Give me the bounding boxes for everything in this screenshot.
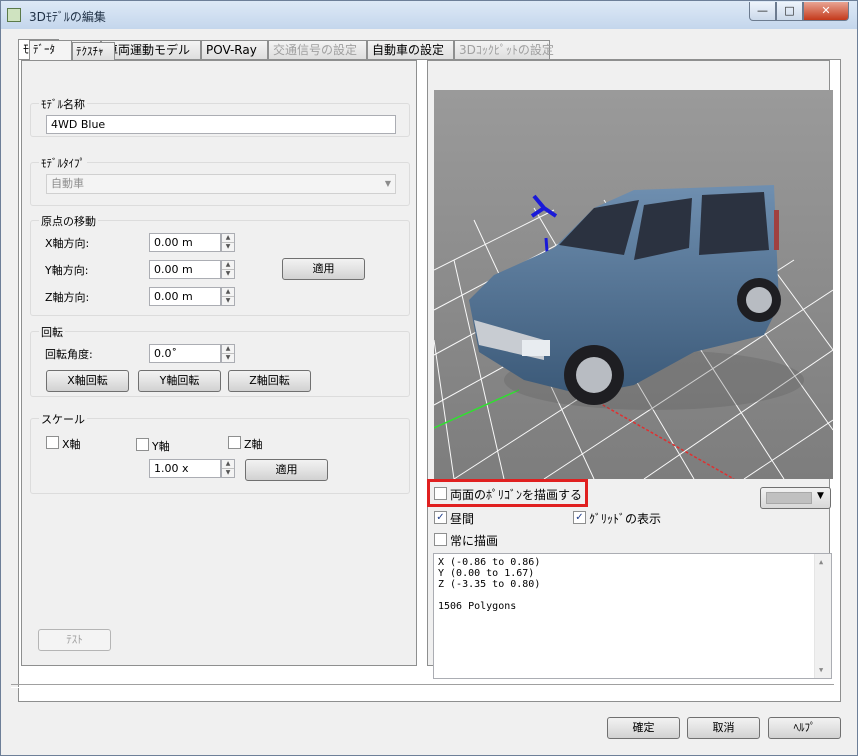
3d-preview-viewport[interactable]	[434, 90, 833, 479]
rotation-group: 回転 回転角度: 0.0˚ ▲ ▼ X軸回転 Y軸回転 Z軸回転	[30, 324, 410, 397]
tab-povray[interactable]: POV-Ray	[201, 40, 268, 59]
always-draw-label: 常に描画	[450, 534, 499, 548]
rotate-y-button[interactable]: Y軸回転	[138, 370, 221, 392]
app-icon	[7, 8, 21, 22]
minimize-button[interactable]: —	[749, 2, 776, 21]
model-type-group: ﾓﾃﾞﾙﾀｲﾌﾟ 自動車 ▼	[30, 155, 410, 206]
scale-value-input[interactable]: 1.00 x	[149, 459, 221, 478]
help-button[interactable]: ﾍﾙﾌﾟ	[768, 717, 841, 739]
rotation-angle-input[interactable]: 0.0˚	[149, 344, 221, 363]
arrow-down-icon[interactable]: ▼	[222, 297, 234, 305]
arrow-up-icon[interactable]: ▲	[222, 460, 234, 469]
model-info-textarea[interactable]: X (-0.86 to 0.86) Y (0.00 to 1.67) Z (-3…	[433, 553, 832, 679]
double-sided-label: 両面のﾎﾟﾘｺﾞﾝを描画する	[450, 488, 583, 502]
origin-legend: 原点の移動	[39, 213, 98, 229]
scale-y-label: Y軸	[152, 440, 170, 453]
rotation-angle-label: 回転角度:	[45, 348, 93, 361]
rotation-angle-spinner[interactable]: ▲ ▼	[221, 344, 235, 363]
scale-y-checkbox[interactable]	[136, 438, 149, 451]
arrow-down-icon[interactable]: ▼	[222, 270, 234, 278]
maximize-button[interactable]: □	[776, 2, 803, 21]
rotation-legend: 回転	[39, 324, 65, 340]
grid-checkbox[interactable]: ✓	[573, 511, 586, 524]
scale-x-checkbox[interactable]	[46, 436, 59, 449]
model-name-legend: ﾓﾃﾞﾙ名称	[39, 96, 87, 112]
maximize-icon: □	[784, 4, 795, 17]
background-color-button[interactable]: ▼	[760, 487, 831, 509]
origin-x-input[interactable]: 0.00 m	[149, 233, 221, 252]
model-type-select: 自動車 ▼	[46, 174, 396, 194]
origin-y-spinner[interactable]: ▲ ▼	[221, 260, 235, 279]
arrow-up-icon[interactable]: ▲	[222, 345, 234, 354]
data-panel: ﾓﾃﾞﾙ名称 4WD Blue ﾓﾃﾞﾙﾀｲﾌﾟ 自動車 ▼ 原点の移動 X軸方…	[21, 60, 417, 666]
subtab-data[interactable]: ﾃﾞｰﾀ	[29, 40, 72, 60]
always-draw-checkbox[interactable]	[434, 533, 447, 546]
x-axis-label: X軸方向:	[45, 237, 90, 250]
rotate-x-button[interactable]: X軸回転	[46, 370, 129, 392]
daytime-checkbox[interactable]: ✓	[434, 511, 447, 524]
arrow-up-icon[interactable]: ▲	[222, 288, 234, 297]
tab-vehicle-dynamics[interactable]: 車両運動モデル	[101, 40, 201, 59]
origin-z-spinner[interactable]: ▲ ▼	[221, 287, 235, 306]
scale-value-spinner[interactable]: ▲ ▼	[221, 459, 235, 478]
y-axis-label: Y軸方向:	[45, 264, 89, 277]
arrow-down-icon[interactable]: ▼	[222, 243, 234, 251]
model-type-value: 自動車	[51, 177, 84, 190]
model-name-input[interactable]: 4WD Blue	[46, 115, 396, 134]
close-icon: ✕	[821, 4, 831, 17]
scale-z-label: Z軸	[244, 438, 263, 451]
tab-traffic-signal: 交通信号の設定	[268, 40, 367, 59]
footer-separator	[11, 684, 834, 688]
arrow-up-icon[interactable]: ▲	[222, 234, 234, 243]
origin-x-spinner[interactable]: ▲ ▼	[221, 233, 235, 252]
chevron-down-icon: ▼	[817, 491, 824, 501]
model-type-legend: ﾓﾃﾞﾙﾀｲﾌﾟ	[39, 155, 87, 171]
origin-y-input[interactable]: 0.00 m	[149, 260, 221, 279]
rotate-z-button[interactable]: Z軸回転	[228, 370, 311, 392]
close-button[interactable]: ✕	[803, 2, 849, 21]
tab-car-settings[interactable]: 自動車の設定	[367, 40, 454, 59]
tab-3d-cockpit: 3Dｺｯｸﾋﾟｯﾄの設定	[454, 40, 554, 59]
origin-apply-button[interactable]: 適用	[282, 258, 365, 280]
scrollbar[interactable]: ▲ ▼	[814, 554, 831, 678]
3d-scene	[434, 90, 833, 479]
daytime-label: 昼間	[450, 512, 475, 526]
minimize-icon: —	[757, 4, 768, 17]
subtab-texture[interactable]: ﾃｸｽﾁｬ	[72, 42, 115, 60]
title-bar[interactable]: 3Dﾓﾃﾞﾙの編集 — □ ✕	[1, 1, 857, 29]
window-title: 3Dﾓﾃﾞﾙの編集	[29, 10, 106, 24]
model-name-group: ﾓﾃﾞﾙ名称 4WD Blue	[30, 96, 410, 137]
grid-label: ｸﾞﾘｯﾄﾞの表示	[589, 512, 662, 526]
arrow-up-icon[interactable]: ▲	[222, 261, 234, 270]
color-swatch	[766, 492, 812, 504]
ok-button[interactable]: 確定	[607, 717, 680, 739]
z-axis-label: Z軸方向:	[45, 291, 90, 304]
double-sided-checkbox[interactable]	[434, 487, 447, 500]
scale-apply-button[interactable]: 適用	[245, 459, 328, 481]
scroll-up-icon[interactable]: ▲	[819, 558, 823, 566]
scale-legend: スケール	[39, 411, 87, 427]
model-info-text: X (-0.86 to 0.86) Y (0.00 to 1.67) Z (-3…	[438, 557, 541, 612]
scroll-down-icon[interactable]: ▼	[819, 666, 823, 674]
arrow-down-icon[interactable]: ▼	[222, 469, 234, 477]
scale-group: スケール X軸 Y軸 Z軸 1.00 x ▲ ▼ 適用	[30, 411, 410, 494]
arrow-down-icon[interactable]: ▼	[222, 354, 234, 362]
origin-z-input[interactable]: 0.00 m	[149, 287, 221, 306]
dialog-window: 3Dﾓﾃﾞﾙの編集 — □ ✕ ﾓﾃﾞﾙ 動作 車両運動モデル POV-Ray …	[0, 0, 858, 756]
origin-group: 原点の移動 X軸方向: 0.00 m ▲ ▼ Y軸方向: 0.00 m ▲ ▼ Z軸…	[30, 213, 410, 316]
scale-z-checkbox[interactable]	[228, 436, 241, 449]
test-button: ﾃｽﾄ	[38, 629, 111, 651]
scale-x-label: X軸	[62, 438, 81, 451]
chevron-down-icon: ▼	[384, 179, 391, 188]
cancel-button[interactable]: 取消	[687, 717, 760, 739]
